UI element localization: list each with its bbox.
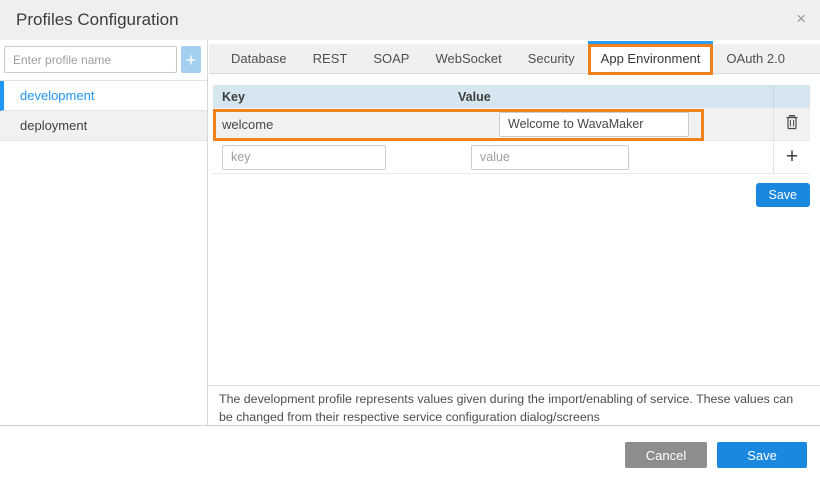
sidebar-item-deployment[interactable]: deployment	[0, 111, 207, 141]
add-profile-button[interactable]: +	[181, 46, 201, 73]
tab-database[interactable]: Database	[218, 44, 300, 73]
new-key-input[interactable]	[222, 145, 386, 170]
column-header-key: Key	[213, 90, 449, 104]
row-key-text: welcome	[213, 117, 449, 132]
tab-websocket[interactable]: WebSocket	[422, 44, 514, 73]
save-button[interactable]: Save	[717, 442, 807, 468]
tab-oauth20[interactable]: OAuth 2.0	[713, 44, 798, 73]
sidebar-item-development[interactable]: development	[0, 81, 207, 111]
plus-icon: +	[786, 147, 798, 167]
new-row: +	[213, 141, 810, 174]
profile-name-input[interactable]	[4, 46, 177, 73]
table-header-row: Key Value	[213, 85, 810, 108]
cancel-button[interactable]: Cancel	[625, 442, 707, 468]
delete-row-button[interactable]	[773, 108, 810, 140]
tab-soap[interactable]: SOAP	[360, 44, 422, 73]
trash-icon	[785, 114, 799, 135]
profile-description-note: The development profile represents value…	[209, 385, 820, 425]
key-value-table: Key Value welcome	[213, 85, 810, 174]
table-save-button[interactable]: Save	[756, 183, 811, 207]
row-value-input[interactable]	[499, 112, 689, 137]
profile-input-row: +	[0, 40, 207, 81]
profile-config-main: Database REST SOAP WebSocket Security Ap…	[209, 40, 820, 425]
service-tabs: Database REST SOAP WebSocket Security Ap…	[209, 44, 820, 74]
dialog-header: Profiles Configuration ×	[0, 0, 820, 40]
column-header-value: Value	[449, 90, 773, 104]
add-row-button[interactable]: +	[773, 141, 810, 173]
column-header-actions	[773, 85, 810, 108]
tab-rest[interactable]: REST	[300, 44, 361, 73]
profiles-configuration-dialog: Profiles Configuration × + development d…	[0, 0, 820, 482]
table-row: welcome	[213, 108, 810, 141]
tab-security[interactable]: Security	[515, 44, 588, 73]
tab-app-environment[interactable]: App Environment	[588, 41, 714, 75]
dialog-title: Profiles Configuration	[16, 10, 179, 30]
profiles-sidebar: + development deployment	[0, 40, 208, 425]
close-icon[interactable]: ×	[796, 9, 806, 29]
dialog-footer: Cancel Save	[0, 425, 820, 482]
new-value-input[interactable]	[471, 145, 629, 170]
